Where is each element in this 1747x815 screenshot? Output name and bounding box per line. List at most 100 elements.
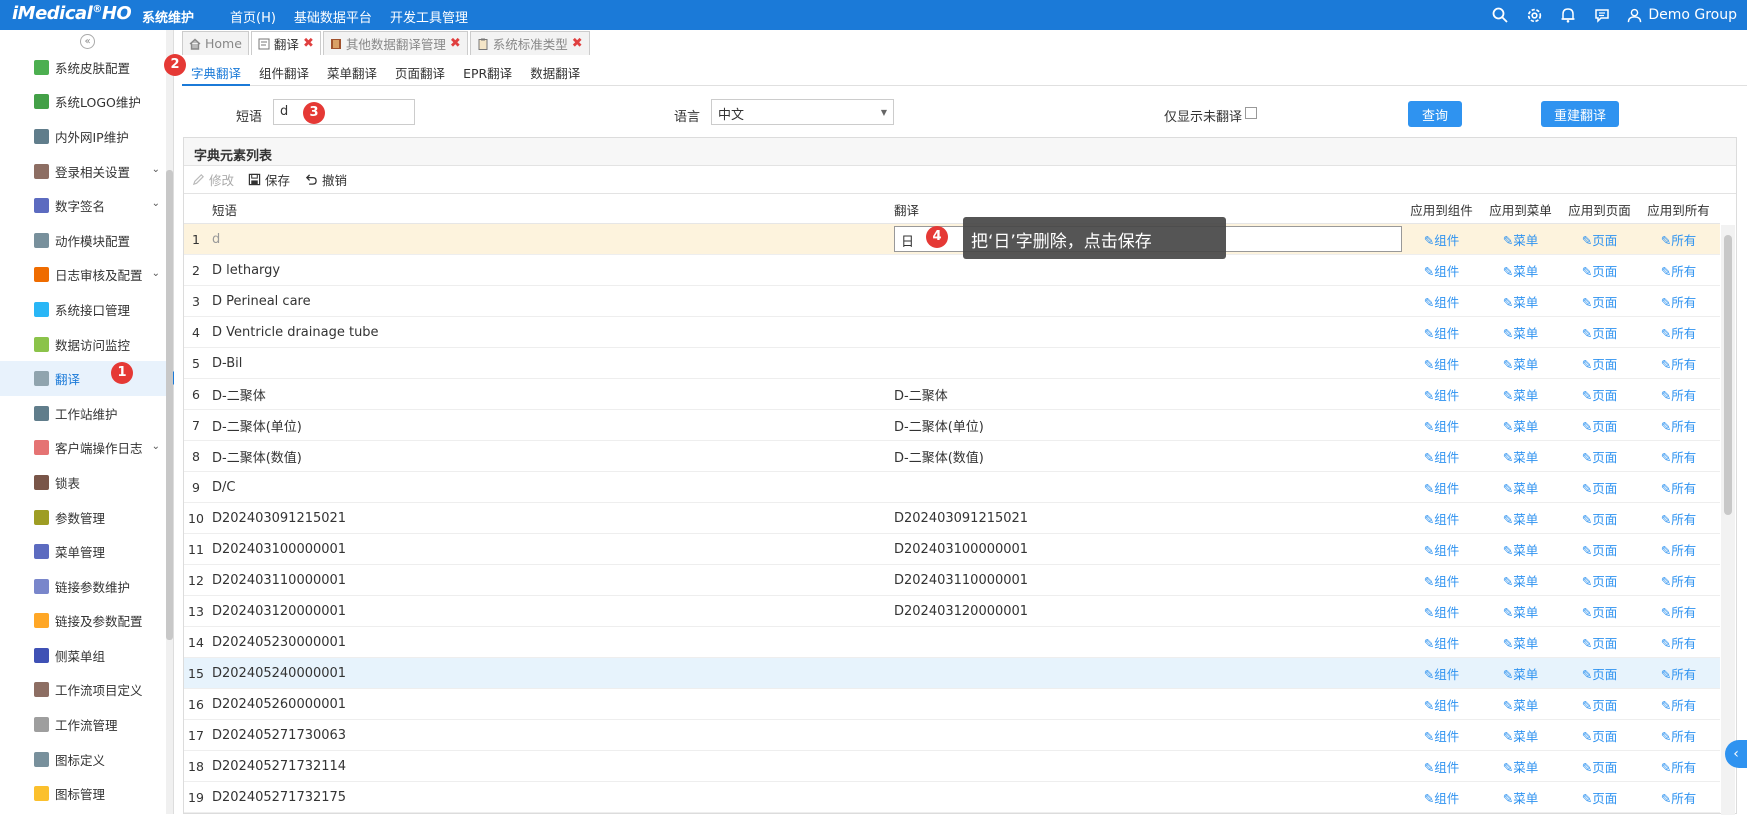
table-row[interactable]: 1 d 日 ✎组件 ✎菜单 ✎页面 ✎所有 (184, 224, 1720, 255)
grid-scrollbar[interactable] (1721, 225, 1735, 815)
apply-menu-link[interactable]: ✎菜单 (1481, 230, 1560, 249)
sidebar-item[interactable]: 登录相关设置 ⌄ (0, 154, 166, 189)
apply-component-link[interactable]: ✎组件 (1402, 292, 1481, 311)
apply-all-link[interactable]: ✎所有 (1639, 230, 1718, 249)
nav-dev-tools[interactable]: 开发工具管理 (390, 7, 468, 26)
subtab-dict[interactable]: 字典翻译 (182, 58, 251, 86)
apply-all-link[interactable]: ✎所有 (1639, 509, 1718, 528)
table-row[interactable]: 12 D202403110000001 D202403110000001 ✎组件 ✎菜单… (184, 565, 1720, 596)
nav-basic-data[interactable]: 基础数据平台 (294, 7, 372, 26)
apply-page-link[interactable]: ✎页面 (1560, 292, 1639, 311)
apply-menu-link[interactable]: ✎菜单 (1481, 478, 1560, 497)
table-row[interactable]: 9 D/C ✎组件 ✎菜单 ✎页面 ✎所有 (184, 472, 1720, 503)
table-row[interactable]: 19 D202405271732175 ✎组件 ✎菜单 ✎页面 ✎所有 (184, 782, 1720, 813)
gear-icon[interactable] (1525, 6, 1543, 24)
rebuild-button[interactable]: 重建翻译 (1541, 101, 1619, 127)
sidebar-item[interactable]: 图标管理 (0, 776, 166, 811)
apply-all-link[interactable]: ✎所有 (1639, 292, 1718, 311)
sidebar-item[interactable]: 动作模块配置 (0, 223, 166, 258)
apply-menu-link[interactable]: ✎菜单 (1481, 261, 1560, 280)
apply-page-link[interactable]: ✎页面 (1560, 509, 1639, 528)
nav-home[interactable]: 首页(H) (230, 7, 276, 26)
apply-all-link[interactable]: ✎所有 (1639, 447, 1718, 466)
sidebar-collapse-button[interactable]: « (80, 34, 95, 49)
table-row[interactable]: 7 D-二聚体(单位) D-二聚体(单位) ✎组件 ✎菜单 ✎页面 ✎所有 (184, 410, 1720, 441)
sidebar-item[interactable]: 工作流管理 (0, 707, 166, 742)
right-panel-toggle[interactable]: ‹ (1725, 740, 1747, 768)
close-icon[interactable]: ✖ (450, 36, 461, 51)
apply-component-link[interactable]: ✎组件 (1402, 261, 1481, 280)
tab-other-translate[interactable]: 其他数据翻译管理 ✖ (322, 31, 468, 55)
tab-standard-type[interactable]: 系统标准类型 ✖ (469, 31, 590, 55)
subtab-epr[interactable]: EPR翻译 (454, 58, 521, 86)
table-row[interactable]: 18 D202405271732114 ✎组件 ✎菜单 ✎页面 ✎所有 (184, 751, 1720, 782)
apply-component-link[interactable]: ✎组件 (1402, 664, 1481, 683)
sidebar-item[interactable]: 客户端操作日志 ⌄ (0, 431, 166, 466)
apply-menu-link[interactable]: ✎菜单 (1481, 509, 1560, 528)
apply-component-link[interactable]: ✎组件 (1402, 695, 1481, 714)
table-row[interactable]: 6 D-二聚体 D-二聚体 ✎组件 ✎菜单 ✎页面 ✎所有 (184, 379, 1720, 410)
col-phrase[interactable]: 短语 (208, 200, 890, 219)
query-button[interactable]: 查询 (1408, 101, 1462, 127)
sidebar-item[interactable]: 内外网IP维护 (0, 119, 166, 154)
sidebar-item[interactable]: 系统接口管理 (0, 292, 166, 327)
apply-component-link[interactable]: ✎组件 (1402, 416, 1481, 435)
apply-component-link[interactable]: ✎组件 (1402, 354, 1481, 373)
table-row[interactable]: 14 D202405230000001 ✎组件 ✎菜单 ✎页面 ✎所有 (184, 627, 1720, 658)
sidebar-item[interactable]: 系统皮肤配置 (0, 50, 166, 85)
apply-component-link[interactable]: ✎组件 (1402, 230, 1481, 249)
apply-page-link[interactable]: ✎页面 (1560, 478, 1639, 497)
apply-all-link[interactable]: ✎所有 (1639, 416, 1718, 435)
sidebar-item[interactable]: 系统LOGO维护 (0, 85, 166, 120)
message-icon[interactable] (1593, 6, 1611, 24)
apply-menu-link[interactable]: ✎菜单 (1481, 664, 1560, 683)
apply-menu-link[interactable]: ✎菜单 (1481, 385, 1560, 404)
apply-all-link[interactable]: ✎所有 (1639, 540, 1718, 559)
language-select[interactable]: 中文 ▼ (711, 99, 894, 125)
apply-menu-link[interactable]: ✎菜单 (1481, 540, 1560, 559)
table-row[interactable]: 15 D202405240000001 ✎组件 ✎菜单 ✎页面 ✎所有 (184, 658, 1720, 689)
apply-page-link[interactable]: ✎页面 (1560, 695, 1639, 714)
apply-menu-link[interactable]: ✎菜单 (1481, 788, 1560, 807)
sidebar-item[interactable]: 锁表 (0, 465, 166, 500)
apply-page-link[interactable]: ✎页面 (1560, 602, 1639, 621)
apply-all-link[interactable]: ✎所有 (1639, 695, 1718, 714)
table-row[interactable]: 4 D Ventricle drainage tube ✎组件 ✎菜单 ✎页面 ✎所有 (184, 317, 1720, 348)
sidebar-item[interactable]: 日志审核及配置 ⌄ (0, 258, 166, 293)
apply-menu-link[interactable]: ✎菜单 (1481, 602, 1560, 621)
apply-page-link[interactable]: ✎页面 (1560, 757, 1639, 776)
sidebar-item[interactable]: 链接及参数配置 (0, 604, 166, 639)
sidebar-scrollbar[interactable] (166, 30, 173, 814)
apply-page-link[interactable]: ✎页面 (1560, 230, 1639, 249)
apply-menu-link[interactable]: ✎菜单 (1481, 354, 1560, 373)
apply-component-link[interactable]: ✎组件 (1402, 788, 1481, 807)
table-row[interactable]: 13 D202403120000001 D202403120000001 ✎组件 ✎菜单… (184, 596, 1720, 627)
apply-page-link[interactable]: ✎页面 (1560, 788, 1639, 807)
undo-button[interactable]: 撤销 (304, 170, 347, 189)
apply-menu-link[interactable]: ✎菜单 (1481, 695, 1560, 714)
user-menu[interactable]: Demo Group (1627, 7, 1737, 23)
bell-icon[interactable] (1559, 6, 1577, 24)
apply-all-link[interactable]: ✎所有 (1639, 664, 1718, 683)
tab-translate[interactable]: 翻译 ✖ (250, 31, 321, 55)
apply-all-link[interactable]: ✎所有 (1639, 788, 1718, 807)
apply-all-link[interactable]: ✎所有 (1639, 261, 1718, 280)
apply-all-link[interactable]: ✎所有 (1639, 757, 1718, 776)
apply-component-link[interactable]: ✎组件 (1402, 385, 1481, 404)
apply-component-link[interactable]: ✎组件 (1402, 633, 1481, 652)
sidebar-item[interactable]: 工作站维护 (0, 396, 166, 431)
apply-all-link[interactable]: ✎所有 (1639, 323, 1718, 342)
apply-component-link[interactable]: ✎组件 (1402, 571, 1481, 590)
apply-menu-link[interactable]: ✎菜单 (1481, 757, 1560, 776)
apply-page-link[interactable]: ✎页面 (1560, 385, 1639, 404)
apply-page-link[interactable]: ✎页面 (1560, 571, 1639, 590)
apply-component-link[interactable]: ✎组件 (1402, 323, 1481, 342)
apply-page-link[interactable]: ✎页面 (1560, 540, 1639, 559)
apply-menu-link[interactable]: ✎菜单 (1481, 726, 1560, 745)
apply-component-link[interactable]: ✎组件 (1402, 757, 1481, 776)
apply-page-link[interactable]: ✎页面 (1560, 323, 1639, 342)
sidebar-item[interactable]: 工作流项目定义 (0, 673, 166, 708)
table-row[interactable]: 3 D Perineal care ✎组件 ✎菜单 ✎页面 ✎所有 (184, 286, 1720, 317)
table-row[interactable]: 16 D202405260000001 ✎组件 ✎菜单 ✎页面 ✎所有 (184, 689, 1720, 720)
apply-page-link[interactable]: ✎页面 (1560, 261, 1639, 280)
